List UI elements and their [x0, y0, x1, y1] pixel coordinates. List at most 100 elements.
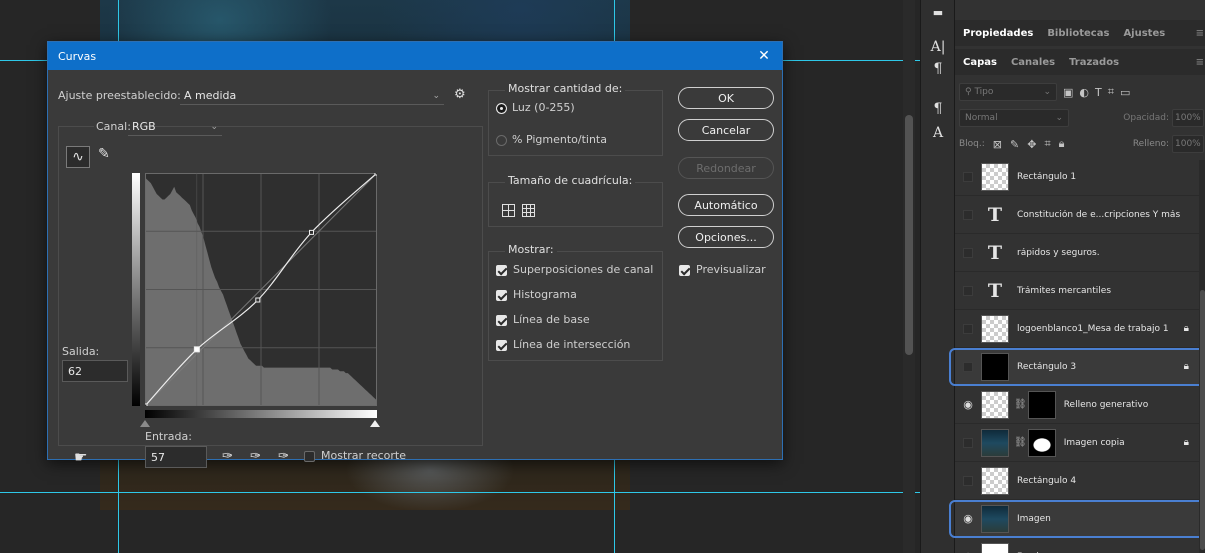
channel-select[interactable]: RGB ⌄ — [128, 118, 222, 136]
curve-control-point[interactable] — [145, 403, 148, 406]
curve-point-tool-icon[interactable]: ∿ — [66, 146, 90, 168]
black-eyedropper-icon[interactable]: ✑ — [222, 449, 233, 464]
layer-row[interactable]: T Trámites mercantiles — [955, 272, 1199, 310]
histogram-checkbox[interactable] — [496, 290, 507, 301]
scrollbar-thumb[interactable] — [1200, 290, 1205, 550]
channel-overlays-checkbox[interactable] — [496, 265, 507, 276]
layer-row[interactable]: ⛓ Imagen copia 🔒︎ — [955, 424, 1199, 462]
tab-ajustes[interactable]: Ajustes — [1123, 28, 1165, 39]
light-radio[interactable] — [496, 103, 507, 114]
cancel-button[interactable]: Cancelar — [678, 119, 774, 141]
layer-name[interactable]: logoenblanco1_Mesa de trabajo 1 — [1017, 324, 1184, 334]
layer-row[interactable]: T Constitución de e...cripciones Y más — [955, 196, 1199, 234]
pixel-filter-icon[interactable]: ▣ — [1063, 86, 1073, 99]
black-point-slider[interactable] — [140, 420, 150, 427]
layer-row[interactable]: Trápidos y seguros. — [955, 234, 1199, 272]
close-icon[interactable]: ✕ — [754, 46, 774, 66]
layer-name[interactable]: Rectángulo 4 — [1017, 476, 1199, 486]
visibility-toggle[interactable] — [963, 323, 973, 334]
baseline-checkbox[interactable] — [496, 315, 507, 326]
lock-transparency-icon[interactable]: ⊠ — [993, 138, 1002, 151]
layer-row[interactable]: ◉ ⛓ Relleno generativo — [955, 386, 1199, 424]
layer-row[interactable]: Rectángulo 1 — [955, 158, 1199, 196]
canvas-scrollbar[interactable] — [903, 0, 915, 553]
preset-value: A medida — [184, 89, 237, 102]
curve-control-point[interactable] — [193, 346, 200, 353]
fill-input[interactable]: 100% — [1172, 135, 1204, 153]
properties-icon[interactable]: ▬ — [927, 2, 949, 24]
curve-graph-svg[interactable] — [145, 173, 377, 406]
layer-row[interactable]: logoenblanco1_Mesa de trabajo 1 🔒︎ — [955, 310, 1199, 348]
panel-menu-icon[interactable]: ≡ — [1196, 57, 1204, 68]
intersection-line-checkbox[interactable] — [496, 340, 507, 351]
layer-name[interactable]: Constitución de e...cripciones Y más — [1017, 210, 1199, 220]
text-filter-icon[interactable]: T — [1095, 86, 1102, 99]
tab-trazados[interactable]: Trazados — [1069, 57, 1119, 68]
character-style-icon[interactable]: A — [927, 122, 949, 144]
targeted-adjustment-icon[interactable]: ☛ — [74, 448, 87, 466]
scrollbar-thumb[interactable] — [905, 115, 913, 355]
adjustment-filter-icon[interactable]: ◐ — [1079, 86, 1089, 99]
opacity-input[interactable]: 100% — [1172, 109, 1204, 127]
visibility-toggle[interactable] — [963, 437, 973, 448]
lock-row: Bloq.: ⊠ ✎ ✥ ⌗ 🔒︎ Relleno: 100% — [959, 134, 1204, 154]
visibility-toggle[interactable] — [963, 171, 973, 182]
panel-menu-icon[interactable]: ≡ — [1196, 28, 1204, 39]
gear-icon[interactable]: ⚙ — [454, 87, 466, 102]
input-input[interactable]: 57 — [145, 446, 207, 468]
curve-control-point[interactable] — [308, 229, 314, 235]
pencil-icon[interactable]: ✎ — [98, 146, 110, 162]
layer-name[interactable]: rápidos y seguros. — [1017, 248, 1199, 258]
show-clipping-checkbox[interactable] — [304, 451, 315, 462]
white-point-slider[interactable] — [370, 420, 380, 427]
gray-eyedropper-icon[interactable]: ✑ — [250, 449, 261, 464]
smart-filter-icon[interactable]: ▭ — [1120, 86, 1130, 99]
preset-select[interactable]: A medida ⌄ — [180, 87, 444, 105]
curve-control-point[interactable] — [255, 297, 261, 303]
blend-mode-select[interactable]: Normal ⌄ — [959, 109, 1069, 127]
white-eyedropper-icon[interactable]: ✑ — [278, 449, 289, 464]
layer-name[interactable]: Imagen copia — [1064, 438, 1184, 448]
paragraph-icon[interactable]: ¶ — [927, 58, 949, 80]
layer-name[interactable]: Rectángulo 1 — [1017, 172, 1199, 182]
layer-name[interactable]: Relleno generativo — [1064, 400, 1199, 410]
auto-button[interactable]: Automático — [678, 194, 774, 216]
layer-row[interactable]: Rectángulo 3 🔒︎ — [949, 348, 1205, 386]
preview-checkbox[interactable] — [679, 265, 690, 276]
layer-name[interactable]: Trámites mercantiles — [1017, 286, 1199, 296]
curve-control-point[interactable] — [374, 173, 377, 176]
smooth-button[interactable]: Redondear — [678, 157, 774, 179]
shape-filter-icon[interactable]: ⌗ — [1108, 85, 1114, 99]
lock-artboard-icon[interactable]: ⌗ — [1044, 137, 1050, 151]
lock-all-icon[interactable]: 🔒︎ — [1059, 137, 1065, 151]
layer-row[interactable]: Rectángulo 4 — [955, 462, 1199, 500]
options-button[interactable]: Opciones... — [678, 226, 774, 248]
layer-row[interactable]: ◉ Imagen — [949, 500, 1205, 538]
text-tool-icon[interactable]: A| — [927, 36, 949, 58]
tab-bibliotecas[interactable]: Bibliotecas — [1047, 28, 1109, 39]
curve-graph[interactable] — [145, 173, 377, 406]
grid-simple-icon[interactable] — [502, 204, 515, 217]
layer-filter-select[interactable]: ⚲ Tipo ⌄ — [959, 83, 1057, 101]
paragraph-style-icon[interactable]: ¶ — [927, 98, 949, 120]
visibility-toggle[interactable] — [963, 285, 973, 296]
tab-capas[interactable]: Capas — [963, 57, 997, 68]
layer-filter-row: ⚲ Tipo ⌄ ▣ ◐ T ⌗ ▭ — [959, 82, 1204, 102]
lock-position-icon[interactable]: ✥ — [1027, 138, 1036, 151]
visibility-toggle[interactable] — [963, 209, 973, 220]
pigment-radio[interactable] — [496, 135, 507, 146]
ok-button[interactable]: OK — [678, 87, 774, 109]
visibility-toggle[interactable] — [963, 247, 973, 258]
visibility-toggle[interactable] — [963, 475, 973, 486]
tab-propiedades[interactable]: Propiedades — [963, 28, 1033, 39]
lock-pixels-icon[interactable]: ✎ — [1010, 138, 1019, 151]
tab-canales[interactable]: Canales — [1011, 57, 1055, 68]
preset-label: Ajuste preestablecido: — [58, 89, 181, 102]
layers-scrollbar[interactable] — [1199, 160, 1205, 553]
guide-horizontal[interactable] — [0, 492, 920, 493]
dialog-title-bar[interactable]: Curvas ✕ — [48, 42, 782, 70]
output-input[interactable]: 62 — [62, 360, 128, 382]
grid-detailed-icon[interactable] — [522, 204, 535, 217]
layer-row[interactable]: ◉Fondo🔒︎ — [955, 538, 1199, 553]
eye-icon[interactable]: ◉ — [955, 398, 981, 411]
